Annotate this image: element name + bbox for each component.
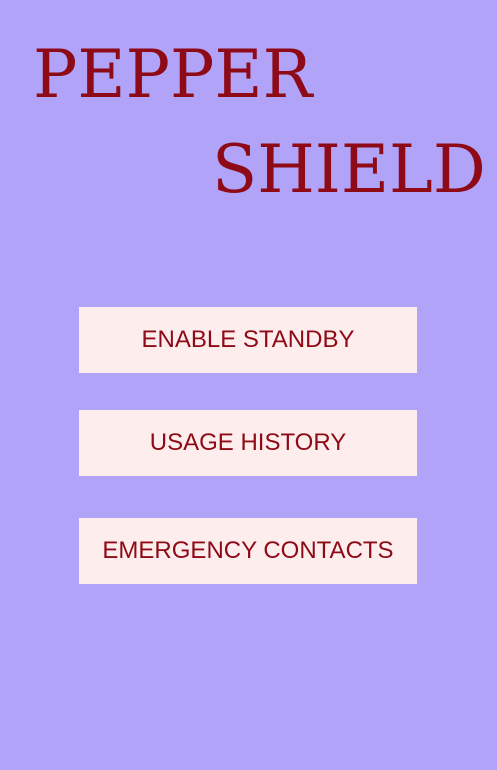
usage-history-button[interactable]: USAGE HISTORY [79,410,417,476]
enable-standby-button[interactable]: ENABLE STANDBY [79,307,417,373]
app-title-line-1: PEPPER [33,36,313,113]
app-title-line-2: SHIELD [212,131,486,208]
emergency-contacts-button[interactable]: EMERGENCY CONTACTS [79,518,417,584]
